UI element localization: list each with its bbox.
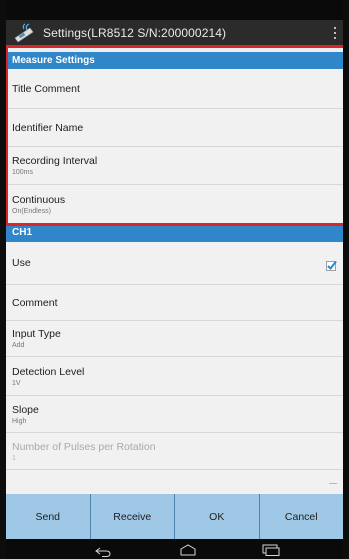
detection-level-label: Detection Level: [12, 365, 85, 378]
recording-interval-label: Recording Interval: [12, 155, 98, 167]
recording-interval-item[interactable]: Recording Interval 100ms: [6, 147, 343, 185]
input-type-label: Input Type: [12, 328, 61, 340]
input-type-item[interactable]: Input Type Add: [6, 321, 343, 357]
slope-item[interactable]: Slope High: [6, 396, 343, 433]
scrollbar[interactable]: [329, 483, 337, 484]
continuous-value: On(Endless): [12, 207, 51, 215]
action-bar: Settings(LR8512 S/N:200000214): [6, 20, 343, 46]
send-button[interactable]: Send: [6, 494, 91, 539]
status-bar: [6, 0, 343, 20]
button-bar: Send Receive OK Cancel: [6, 494, 343, 539]
ok-button[interactable]: OK: [175, 494, 260, 539]
input-type-value: Add: [12, 342, 25, 349]
recent-apps-icon[interactable]: [262, 543, 280, 556]
app-title: Settings(LR8512 S/N:200000214): [43, 26, 227, 40]
comment-label: Comment: [12, 296, 58, 309]
pulses-per-rotation-item: Number of Pulses per Rotation 1: [6, 433, 343, 470]
home-icon[interactable]: [178, 543, 198, 556]
ch1-header: CH1: [6, 226, 343, 242]
navigation-bar: [6, 539, 343, 559]
pulses-per-rotation-label: Number of Pulses per Rotation: [12, 440, 156, 453]
back-icon[interactable]: [95, 544, 111, 557]
use-label: Use: [12, 257, 31, 269]
list-item-partial: [6, 470, 343, 494]
detection-level-item[interactable]: Detection Level 1V: [6, 357, 343, 396]
slope-value: High: [12, 417, 27, 425]
continuous-item[interactable]: Continuous On(Endless): [6, 185, 343, 224]
comment-item[interactable]: Comment: [6, 285, 343, 321]
use-item[interactable]: Use: [6, 242, 343, 285]
recording-interval-value: 100ms: [12, 169, 34, 176]
detection-level-value: 1V: [12, 379, 21, 387]
app-window: Settings(LR8512 S/N:200000214) Measure S…: [0, 0, 349, 559]
receive-button[interactable]: Receive: [91, 494, 175, 539]
wireless-logger-icon[interactable]: [12, 23, 36, 43]
title-comment-item[interactable]: Title Comment: [6, 69, 343, 109]
pulses-per-rotation-value: 1: [12, 454, 16, 462]
identifier-name-item[interactable]: Identifier Name: [6, 109, 343, 147]
overflow-menu-icon[interactable]: [331, 25, 339, 41]
measure-settings-header: Measure Settings: [6, 52, 343, 69]
checkbox-checked-icon[interactable]: [326, 258, 337, 271]
identifier-name-label: Identifier Name: [12, 121, 84, 134]
slope-label: Slope: [12, 403, 39, 416]
cancel-button[interactable]: Cancel: [260, 494, 344, 539]
continuous-label: Continuous: [12, 193, 66, 206]
title-comment-label: Title Comment: [12, 82, 80, 95]
